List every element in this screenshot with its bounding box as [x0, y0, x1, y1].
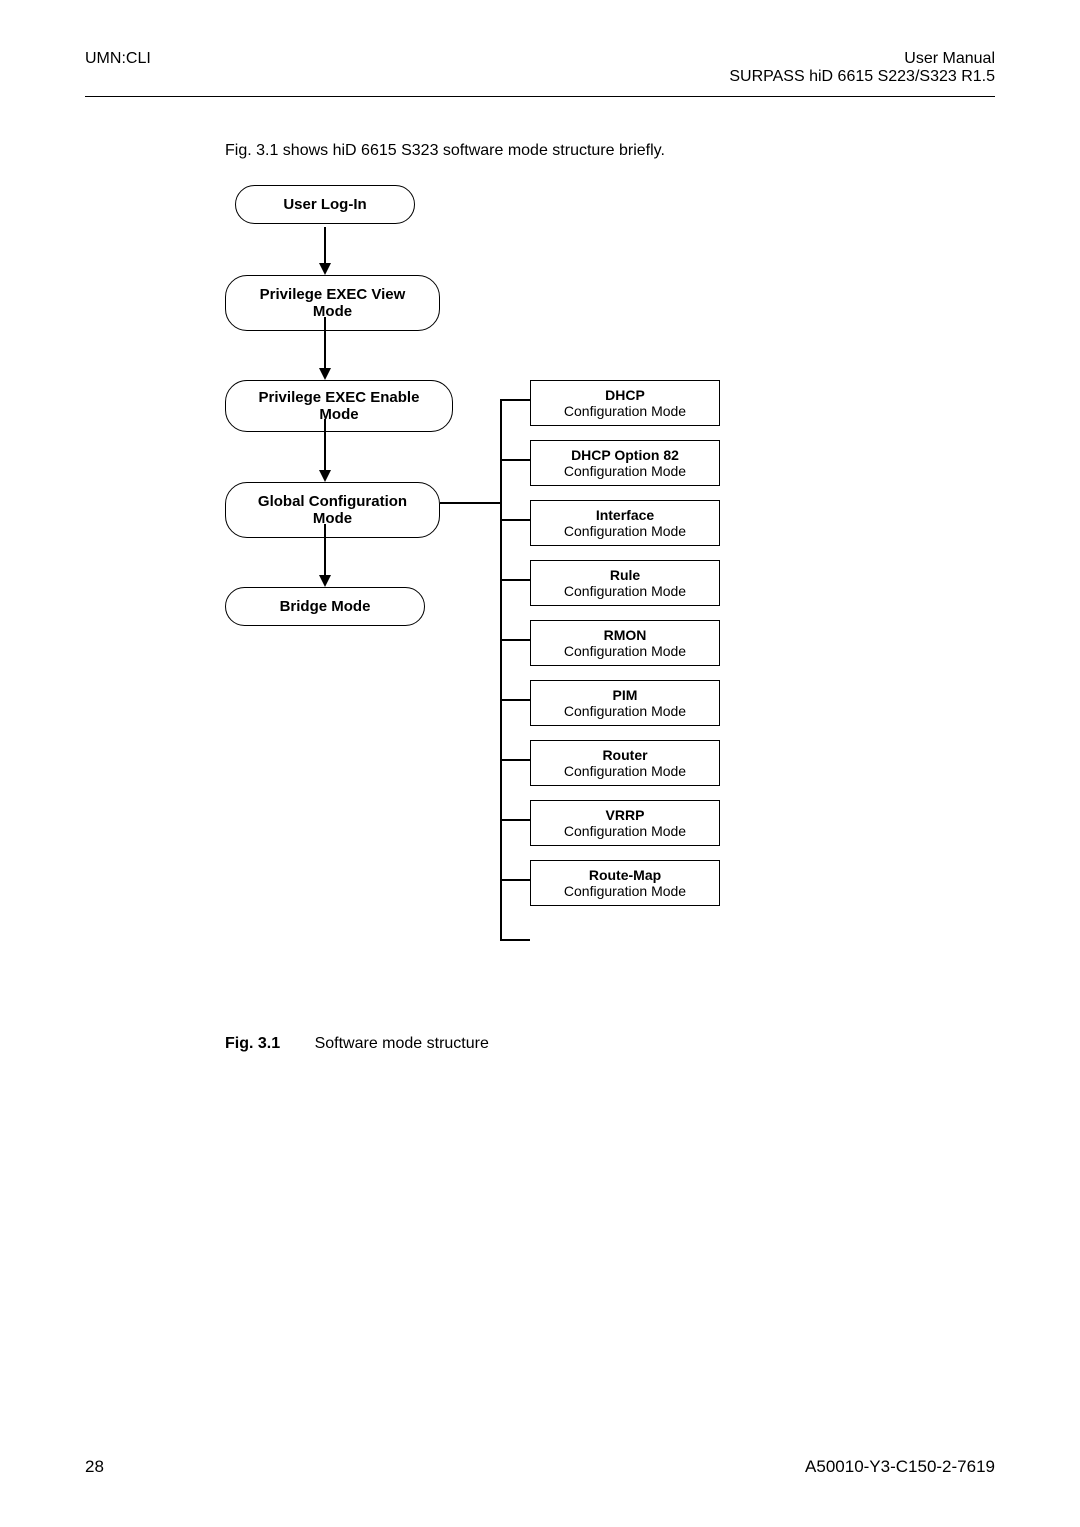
- bracket-cap: [500, 399, 530, 401]
- interface-sub: Configuration Mode: [545, 523, 705, 539]
- priv-view-label: Privilege EXEC View Mode: [260, 286, 406, 320]
- arrow-line: [324, 524, 326, 579]
- header-right: User Manual SURPASS hiD 6615 S223/S323 R…: [729, 50, 995, 86]
- header-left: UMN:CLI: [85, 50, 151, 86]
- router-sub: Configuration Mode: [545, 763, 705, 779]
- header-divider: [85, 96, 995, 97]
- bridge-mode-label: Bridge Mode: [280, 598, 371, 615]
- figure-number: Fig. 3.1: [225, 1035, 280, 1052]
- global-config-box: Global Configuration Mode: [225, 482, 440, 538]
- routemap-box: Route-Map Configuration Mode: [530, 860, 720, 906]
- connector: [500, 459, 530, 461]
- rmon-title: RMON: [545, 627, 705, 643]
- arrow-head: [319, 263, 331, 275]
- page-header: UMN:CLI User Manual SURPASS hiD 6615 S22…: [0, 0, 1080, 86]
- pim-box: PIM Configuration Mode: [530, 680, 720, 726]
- connector: [500, 699, 530, 701]
- interface-title: Interface: [545, 507, 705, 523]
- connector: [500, 639, 530, 641]
- connector: [500, 759, 530, 761]
- pim-title: PIM: [545, 687, 705, 703]
- bracket-cap: [500, 939, 530, 941]
- dhcp-title: DHCP: [545, 387, 705, 403]
- global-config-label: Global Configuration Mode: [258, 493, 407, 527]
- intro-text: Fig. 3.1 shows hiD 6615 S323 software mo…: [225, 142, 1080, 160]
- connector: [500, 579, 530, 581]
- bracket-line: [500, 399, 502, 939]
- rmon-sub: Configuration Mode: [545, 643, 705, 659]
- rule-title: Rule: [545, 567, 705, 583]
- vrrp-box: VRRP Configuration Mode: [530, 800, 720, 846]
- user-login-box: User Log-In: [235, 185, 415, 224]
- rule-sub: Configuration Mode: [545, 583, 705, 599]
- priv-enable-box: Privilege EXEC Enable Mode: [225, 380, 453, 432]
- header-right-line1: User Manual: [729, 50, 995, 68]
- arrow-line: [324, 419, 326, 474]
- priv-view-box: Privilege EXEC View Mode: [225, 275, 440, 331]
- arrow-line: [324, 227, 326, 267]
- figure-text: Software mode structure: [315, 1035, 489, 1052]
- routemap-sub: Configuration Mode: [545, 883, 705, 899]
- pim-sub: Configuration Mode: [545, 703, 705, 719]
- page-footer: 28 A50010-Y3-C150-2-7619: [0, 1457, 1080, 1477]
- routemap-title: Route-Map: [545, 867, 705, 883]
- arrow-head: [319, 575, 331, 587]
- diagram-container: User Log-In Privilege EXEC View Mode Pri…: [225, 185, 825, 965]
- router-title: Router: [545, 747, 705, 763]
- connector: [500, 879, 530, 881]
- dhcp82-box: DHCP Option 82 Configuration Mode: [530, 440, 720, 486]
- connector: [500, 819, 530, 821]
- connector-h: [440, 502, 500, 504]
- dhcp-box: DHCP Configuration Mode: [530, 380, 720, 426]
- header-right-line2: SURPASS hiD 6615 S223/S323 R1.5: [729, 68, 995, 86]
- vrrp-sub: Configuration Mode: [545, 823, 705, 839]
- arrow-line: [324, 317, 326, 372]
- priv-enable-label: Privilege EXEC Enable Mode: [259, 389, 420, 423]
- page-number: 28: [85, 1457, 104, 1477]
- connector: [500, 519, 530, 521]
- bridge-mode-box: Bridge Mode: [225, 587, 425, 626]
- vrrp-title: VRRP: [545, 807, 705, 823]
- figure-caption: Fig. 3.1 Software mode structure: [225, 1035, 1080, 1053]
- arrow-head: [319, 368, 331, 380]
- rule-box: Rule Configuration Mode: [530, 560, 720, 606]
- document-code: A50010-Y3-C150-2-7619: [805, 1457, 995, 1477]
- user-login-label: User Log-In: [283, 196, 366, 213]
- dhcp82-sub: Configuration Mode: [545, 463, 705, 479]
- rmon-box: RMON Configuration Mode: [530, 620, 720, 666]
- interface-box: Interface Configuration Mode: [530, 500, 720, 546]
- dhcp82-title: DHCP Option 82: [545, 447, 705, 463]
- dhcp-sub: Configuration Mode: [545, 403, 705, 419]
- router-box: Router Configuration Mode: [530, 740, 720, 786]
- arrow-head: [319, 470, 331, 482]
